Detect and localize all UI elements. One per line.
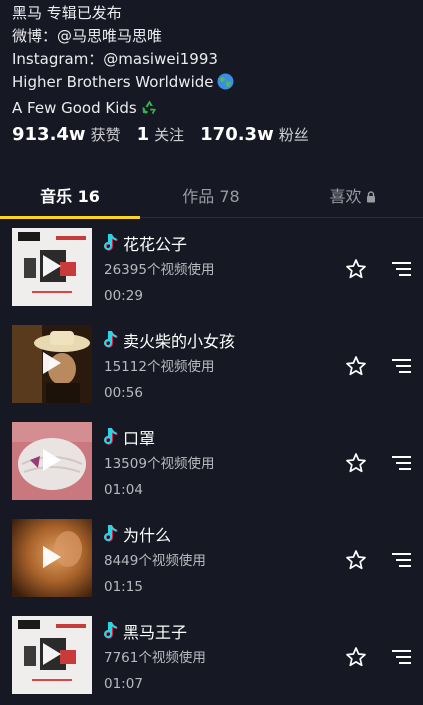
stat-likes: 913.4w 获赞 [12, 124, 121, 145]
list-item[interactable]: 为什么 8449个视频使用 01:15 [0, 509, 423, 606]
music-note-icon [104, 525, 118, 543]
stat-followers[interactable]: 170.3w 粉丝 [200, 124, 309, 145]
track-title-line: 黑马王子 [104, 619, 187, 643]
favorite-star-icon[interactable] [345, 452, 367, 474]
cover-blurred-portrait[interactable] [12, 519, 92, 597]
list-item[interactable]: 卖火柴的小女孩 15112个视频使用 00:56 [0, 315, 423, 412]
track-usage-count: 26395个视频使用 [104, 262, 215, 278]
track-title-line: 为什么 [104, 522, 171, 546]
favorite-star-icon[interactable] [345, 549, 367, 571]
profile-tabs: 音乐 16 作品 78 喜欢 [0, 176, 423, 219]
stat-followers-label: 粉丝 [278, 126, 309, 144]
more-menu-icon[interactable] [392, 648, 412, 666]
track-usage-count: 7761个视频使用 [104, 650, 206, 666]
stat-likes-value: 913.4w [12, 124, 86, 145]
play-icon[interactable] [43, 352, 61, 374]
tab-works[interactable]: 作品 78 [140, 176, 282, 218]
album-cover-black-horse[interactable] [12, 228, 92, 306]
list-item[interactable]: 花花公子 26395个视频使用 00:29 [0, 218, 423, 315]
album-cover-black-horse[interactable] [12, 616, 92, 694]
track-duration: 01:07 [104, 676, 143, 692]
bio-line-weibo: 微博：@马思唯马思唯 [12, 27, 163, 45]
music-note-icon [104, 428, 118, 446]
more-menu-icon[interactable] [392, 357, 412, 375]
bio-line-afgk-text: A Few Good Kids [12, 99, 137, 117]
stat-followers-value: 170.3w [200, 124, 274, 145]
more-menu-icon[interactable] [392, 454, 412, 472]
play-icon[interactable] [43, 643, 61, 665]
track-title-line: 花花公子 [104, 231, 187, 255]
globe-icon [217, 73, 234, 97]
favorite-star-icon[interactable] [345, 258, 367, 280]
tab-likes[interactable]: 喜欢 [282, 176, 423, 218]
music-note-icon [104, 234, 118, 252]
track-usage-count: 8449个视频使用 [104, 553, 206, 569]
track-title[interactable]: 黑马王子 [123, 619, 187, 643]
profile-stats: 913.4w 获赞 1 关注 170.3w 粉丝 [12, 124, 325, 145]
bio-line-worldwide: Higher Brothers Worldwide [12, 71, 412, 97]
recycle-icon [141, 99, 158, 123]
track-title-line: 口罩 [104, 425, 155, 449]
cover-face-mask[interactable] [12, 422, 92, 500]
cover-cowboy-hat[interactable] [12, 325, 92, 403]
track-duration: 01:04 [104, 482, 143, 498]
track-duration: 01:15 [104, 579, 143, 595]
favorite-star-icon[interactable] [345, 355, 367, 377]
track-title[interactable]: 花花公子 [123, 231, 187, 255]
play-icon[interactable] [43, 255, 61, 277]
play-icon[interactable] [43, 449, 61, 471]
tab-music[interactable]: 音乐 16 [0, 176, 140, 218]
track-title[interactable]: 为什么 [123, 522, 171, 546]
track-usage-count: 15112个视频使用 [104, 359, 215, 375]
more-menu-icon[interactable] [392, 551, 412, 569]
more-menu-icon[interactable] [392, 260, 412, 278]
music-note-icon [104, 622, 118, 640]
list-item[interactable]: 黑马王子 7761个视频使用 01:07 [0, 606, 423, 703]
stat-following[interactable]: 1 关注 [137, 124, 185, 145]
stat-likes-label: 获赞 [90, 126, 121, 144]
tab-likes-label: 喜欢 [329, 187, 362, 206]
profile-bio: 黑马 专辑已发布 微博：@马思唯马思唯 Instagram：@masiwei19… [12, 2, 412, 123]
track-title[interactable]: 口罩 [123, 425, 155, 449]
lock-icon [366, 177, 376, 219]
favorite-star-icon[interactable] [345, 646, 367, 668]
play-icon[interactable] [43, 546, 61, 568]
music-list: 花花公子 26395个视频使用 00:29 卖火柴的小女孩 15112个视频使用… [0, 218, 423, 703]
track-usage-count: 13509个视频使用 [104, 456, 215, 472]
track-duration: 00:56 [104, 385, 143, 401]
track-duration: 00:29 [104, 288, 143, 304]
bio-line-afgk: A Few Good Kids [12, 97, 412, 123]
track-title[interactable]: 卖火柴的小女孩 [123, 328, 235, 352]
bio-line-album: 黑马 专辑已发布 [12, 4, 122, 22]
bio-line-worldwide-text: Higher Brothers Worldwide [12, 73, 214, 91]
track-title-line: 卖火柴的小女孩 [104, 328, 235, 352]
bio-line-instagram: Instagram：@masiwei1993 [12, 50, 218, 68]
stat-following-value: 1 [136, 124, 150, 145]
stat-following-label: 关注 [154, 126, 185, 144]
music-note-icon [104, 331, 118, 349]
list-item[interactable]: 口罩 13509个视频使用 01:04 [0, 412, 423, 509]
